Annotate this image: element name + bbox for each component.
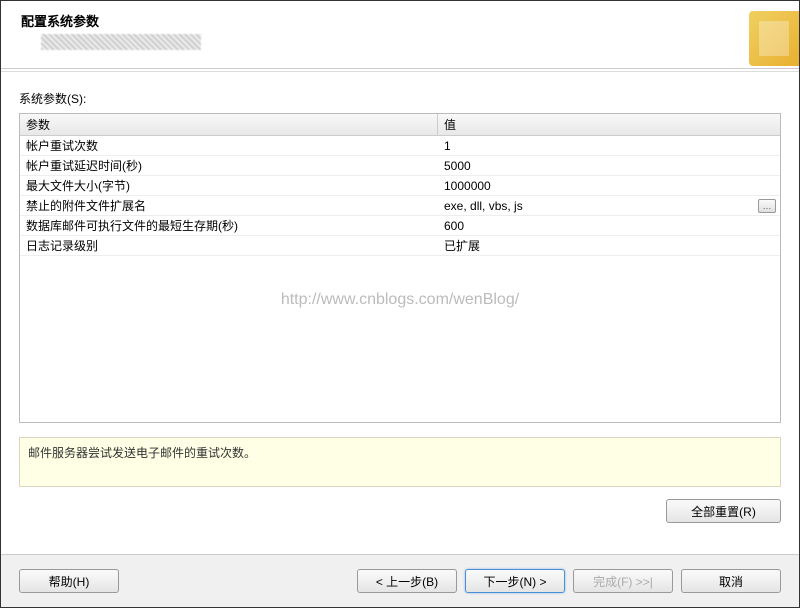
table-label: 系统参数(S): xyxy=(19,90,781,107)
ellipsis-button[interactable]: … xyxy=(758,199,776,213)
param-name-cell: 禁止的附件文件扩展名 xyxy=(20,195,438,216)
content-area: 系统参数(S): 参数 值 帐户重试次数 1 帐户重试延迟时间(秒) 5000 最大文件… xyxy=(1,72,799,431)
param-name-cell: 日志记录级别 xyxy=(20,235,438,256)
wizard-icon xyxy=(749,11,799,66)
description-panel: 邮件服务器尝试发送电子邮件的重试次数。 xyxy=(19,437,781,487)
help-button[interactable]: 帮助(H) xyxy=(19,569,119,593)
param-value-cell[interactable]: 1000000 xyxy=(438,177,780,195)
back-button[interactable]: < 上一步(B) xyxy=(357,569,457,593)
table-row[interactable]: 日志记录级别已扩展 xyxy=(20,236,780,256)
col-header-param[interactable]: 参数 xyxy=(20,113,438,136)
param-value-text: 1000000 xyxy=(444,179,491,193)
table-row[interactable]: 最大文件大小(字节) 1000000 xyxy=(20,176,780,196)
finish-button[interactable]: 完成(F) >>| xyxy=(573,569,673,593)
page-subtitle-redacted xyxy=(41,34,201,50)
table-row[interactable]: 帐户重试延迟时间(秒) 5000 xyxy=(20,156,780,176)
param-value-cell[interactable]: 600 xyxy=(438,217,780,235)
param-value-text: exe, dll, vbs, js xyxy=(444,199,523,213)
params-table: 参数 值 帐户重试次数 1 帐户重试延迟时间(秒) 5000 最大文件大小(字节) 100… xyxy=(19,113,781,423)
wizard-header: 配置系统参数 xyxy=(1,1,799,69)
page-title: 配置系统参数 xyxy=(21,11,779,30)
param-value-cell[interactable]: 5000 xyxy=(438,157,780,175)
param-value-text: 600 xyxy=(444,219,464,233)
table-row[interactable]: 数据库邮件可执行文件的最短生存期(秒) 600 xyxy=(20,216,780,236)
col-header-value[interactable]: 值 xyxy=(438,113,780,136)
param-name-cell: 最大文件大小(字节) xyxy=(20,175,438,196)
param-value-cell[interactable]: 已扩展 xyxy=(438,235,780,256)
reset-all-button[interactable]: 全部重置(R) xyxy=(666,499,781,523)
param-value-text: 5000 xyxy=(444,159,471,173)
param-value-cell[interactable]: 1 xyxy=(438,137,780,155)
table-header: 参数 值 xyxy=(20,114,780,136)
cancel-button[interactable]: 取消 xyxy=(681,569,781,593)
param-name-cell: 帐户重试延迟时间(秒) xyxy=(20,155,438,176)
param-name-cell: 帐户重试次数 xyxy=(20,135,438,156)
param-value-text: 1 xyxy=(444,139,451,153)
next-button[interactable]: 下一步(N) > xyxy=(465,569,565,593)
wizard-footer: 帮助(H) < 上一步(B) 下一步(N) > 完成(F) >>| 取消 xyxy=(1,554,799,607)
description-text: 邮件服务器尝试发送电子邮件的重试次数。 xyxy=(28,446,256,460)
param-value-cell[interactable]: exe, dll, vbs, js … xyxy=(438,197,780,215)
table-row[interactable]: 帐户重试次数 1 xyxy=(20,136,780,156)
param-value-text: 已扩展 xyxy=(444,237,480,254)
reset-row: 全部重置(R) xyxy=(1,495,799,535)
table-row[interactable]: 禁止的附件文件扩展名 exe, dll, vbs, js … xyxy=(20,196,780,216)
param-name-cell: 数据库邮件可执行文件的最短生存期(秒) xyxy=(20,215,438,236)
